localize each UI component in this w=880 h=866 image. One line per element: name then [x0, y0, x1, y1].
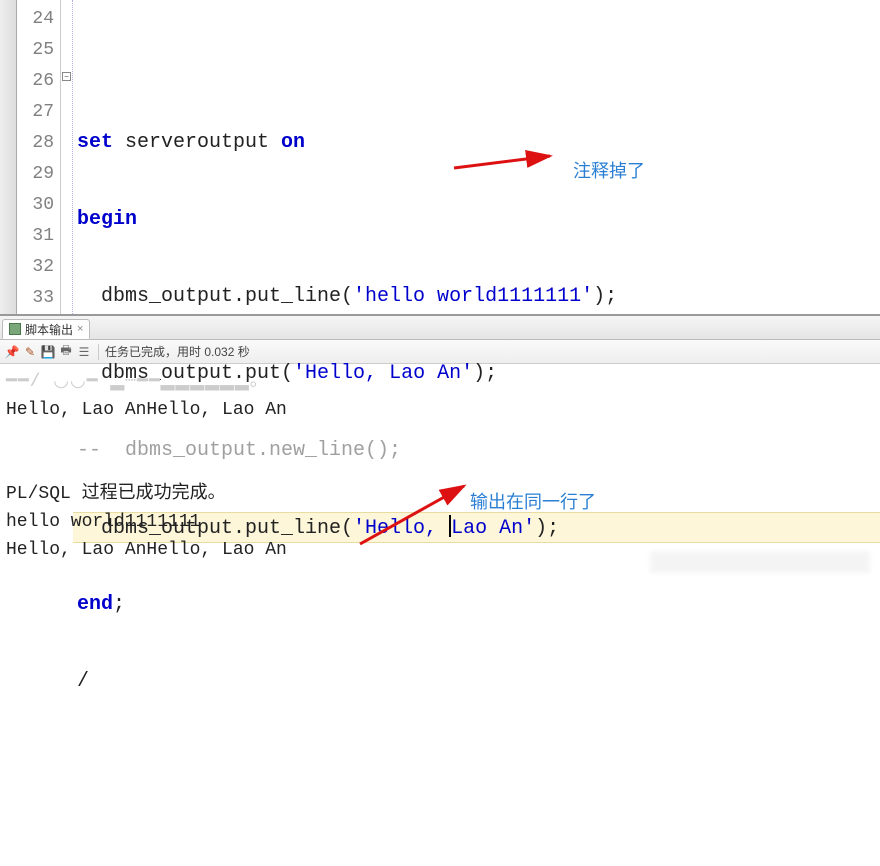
output-line: Hello, Lao AnHello, Lao An [6, 540, 287, 560]
arrow-icon [356, 480, 476, 550]
line-number: 32 [17, 252, 54, 283]
code-line: / [73, 666, 880, 697]
code-line [73, 50, 880, 81]
code-editor[interactable]: 24 25 26 27 28 29 30 31 32 33 − set serv… [0, 0, 880, 315]
output-line: ━━/ ◡◡━ ▂┈━━▂▂▂▂▂▂。 [6, 372, 269, 392]
line-number: 25 [17, 35, 54, 66]
output-line: PL/SQL 过程已成功完成。 [6, 484, 226, 504]
script-output-icon [9, 323, 21, 335]
save-icon[interactable]: 💾 [40, 344, 56, 360]
fold-toggle-icon[interactable]: − [62, 72, 71, 81]
code-line [73, 743, 880, 774]
code-line: begin [73, 204, 880, 235]
annotation-commented-out: 注释掉了 [573, 157, 645, 183]
line-number: 29 [17, 159, 54, 190]
output-line: hello world1111111 [6, 512, 200, 532]
pin-icon[interactable]: 📌 [4, 344, 20, 360]
line-number: 28 [17, 128, 54, 159]
line-number: 33 [17, 283, 54, 314]
fold-column: − [61, 0, 73, 314]
line-number: 30 [17, 190, 54, 221]
code-line: dbms_output.put_line('hello world1111111… [73, 281, 880, 312]
arrow-icon [452, 150, 562, 176]
line-number: 31 [17, 221, 54, 252]
line-number: 27 [17, 97, 54, 128]
annotation-same-line: 输出在同一行了 [470, 488, 596, 516]
tab-label: 脚本输出 [25, 321, 73, 338]
print-icon[interactable]: 🖶 [58, 344, 74, 360]
watermark-blur [650, 551, 870, 573]
code-line: end; [73, 589, 880, 620]
line-number-gutter: 24 25 26 27 28 29 30 31 32 33 [17, 0, 61, 314]
pencil-icon[interactable]: ✎ [22, 344, 38, 360]
line-number: 24 [17, 4, 54, 35]
output-line: Hello, Lao AnHello, Lao An [6, 400, 287, 420]
vertical-scrollbar[interactable] [0, 0, 17, 314]
line-number: 26 [17, 66, 54, 97]
